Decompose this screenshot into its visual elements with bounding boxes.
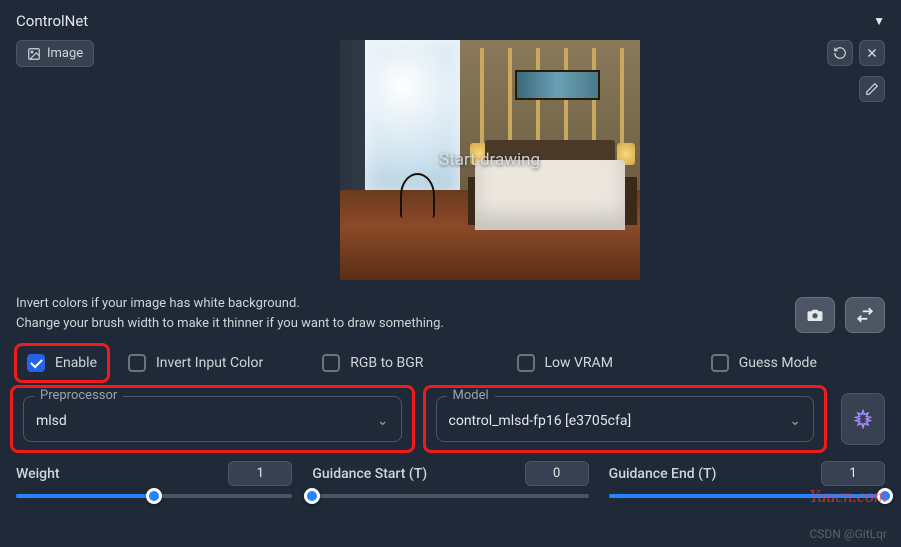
rgb2bgr-checkbox[interactable]: RGB to BGR: [322, 351, 492, 375]
swap-icon: [856, 306, 874, 324]
guidance-end-label: Guidance End (T): [609, 466, 717, 482]
camera-icon: [806, 306, 824, 324]
preview-image[interactable]: Start drawing: [340, 40, 640, 280]
panel-title: ControlNet: [16, 12, 88, 30]
slider-row: Weight 1 Guidance Start (T) 0 Guidance E…: [16, 461, 885, 498]
checkbox-icon: [322, 354, 340, 372]
enable-highlight: Enable: [14, 343, 110, 383]
model-highlight: Model control_mlsd-fp16 [e3705cfa] ⌄: [423, 385, 828, 453]
model-field: Model control_mlsd-fp16 [e3705cfa] ⌄: [436, 396, 815, 442]
slider-thumb[interactable]: [304, 488, 320, 504]
preview-area[interactable]: Start drawing: [94, 40, 885, 280]
panel-header[interactable]: ControlNet ▼: [16, 8, 885, 40]
pencil-icon: [865, 82, 879, 96]
guidance-start-value[interactable]: 0: [525, 461, 589, 486]
hint-row: Invert colors if your image has white ba…: [16, 294, 885, 333]
slider-thumb[interactable]: [877, 488, 893, 504]
preprocessor-legend: Preprocessor: [34, 388, 123, 403]
guess-checkbox[interactable]: Guess Mode: [711, 351, 881, 375]
hint-line-2: Change your brush width to make it thinn…: [16, 314, 444, 334]
preprocessor-select[interactable]: mlsd ⌄: [36, 411, 389, 431]
collapse-icon[interactable]: ▼: [873, 14, 885, 28]
edit-button[interactable]: [859, 76, 885, 102]
preprocessor-highlight: Preprocessor mlsd ⌄: [10, 385, 415, 453]
enable-label: Enable: [55, 355, 97, 371]
model-select[interactable]: control_mlsd-fp16 [e3705cfa] ⌄: [449, 411, 802, 431]
undo-icon: [833, 46, 847, 60]
checkbox-icon: [517, 354, 535, 372]
hint-text: Invert colors if your image has white ba…: [16, 294, 444, 333]
guidance-start-label: Guidance Start (T): [312, 466, 427, 482]
checkbox-icon: [27, 354, 45, 372]
rgb2bgr-label: RGB to BGR: [350, 355, 423, 371]
checkbox-icon: [128, 354, 146, 372]
select-row: Preprocessor mlsd ⌄ Model control_mlsd-f…: [16, 393, 885, 445]
weight-value[interactable]: 1: [228, 461, 292, 486]
guidance-end-value[interactable]: 1: [821, 461, 885, 486]
slider-thumb[interactable]: [146, 488, 162, 504]
weight-slider[interactable]: [16, 494, 292, 498]
preprocessor-field: Preprocessor mlsd ⌄: [23, 396, 402, 442]
enable-checkbox[interactable]: Enable: [27, 354, 97, 372]
guidance-start-slider[interactable]: [312, 494, 588, 498]
weight-slider-group: Weight 1: [16, 461, 292, 498]
run-preprocessor-button[interactable]: [841, 393, 885, 445]
image-tab[interactable]: Image: [16, 40, 94, 67]
model-value: control_mlsd-fp16 [e3705cfa]: [449, 413, 632, 429]
lowvram-label: Low VRAM: [545, 355, 613, 371]
guidance-start-slider-group: Guidance Start (T) 0: [312, 461, 588, 498]
invert-label: Invert Input Color: [156, 355, 263, 371]
model-legend: Model: [447, 388, 495, 403]
close-icon: [865, 46, 879, 60]
image-icon: [27, 47, 41, 61]
guess-label: Guess Mode: [739, 355, 817, 371]
watermark-author: CSDN @GitLqr: [810, 527, 888, 541]
image-section: Image Start drawing: [16, 40, 885, 280]
webcam-button[interactable]: [795, 297, 835, 333]
preprocessor-value: mlsd: [36, 413, 67, 429]
image-tab-label: Image: [47, 46, 83, 61]
weight-label: Weight: [16, 466, 60, 482]
guidance-end-slider[interactable]: [609, 494, 885, 498]
explosion-icon: [853, 409, 873, 429]
guidance-end-slider-group: Guidance End (T) 1: [609, 461, 885, 498]
invert-checkbox[interactable]: Invert Input Color: [128, 351, 298, 375]
hint-line-1: Invert colors if your image has white ba…: [16, 294, 444, 314]
lowvram-checkbox[interactable]: Low VRAM: [517, 351, 687, 375]
chevron-down-icon: ⌄: [789, 413, 801, 429]
swap-button[interactable]: [845, 297, 885, 333]
clear-button[interactable]: [859, 40, 885, 66]
checkbox-icon: [711, 354, 729, 372]
undo-button[interactable]: [827, 40, 853, 66]
chevron-down-icon: ⌄: [377, 413, 389, 429]
checkbox-row: Enable Invert Input Color RGB to BGR Low…: [16, 351, 885, 375]
